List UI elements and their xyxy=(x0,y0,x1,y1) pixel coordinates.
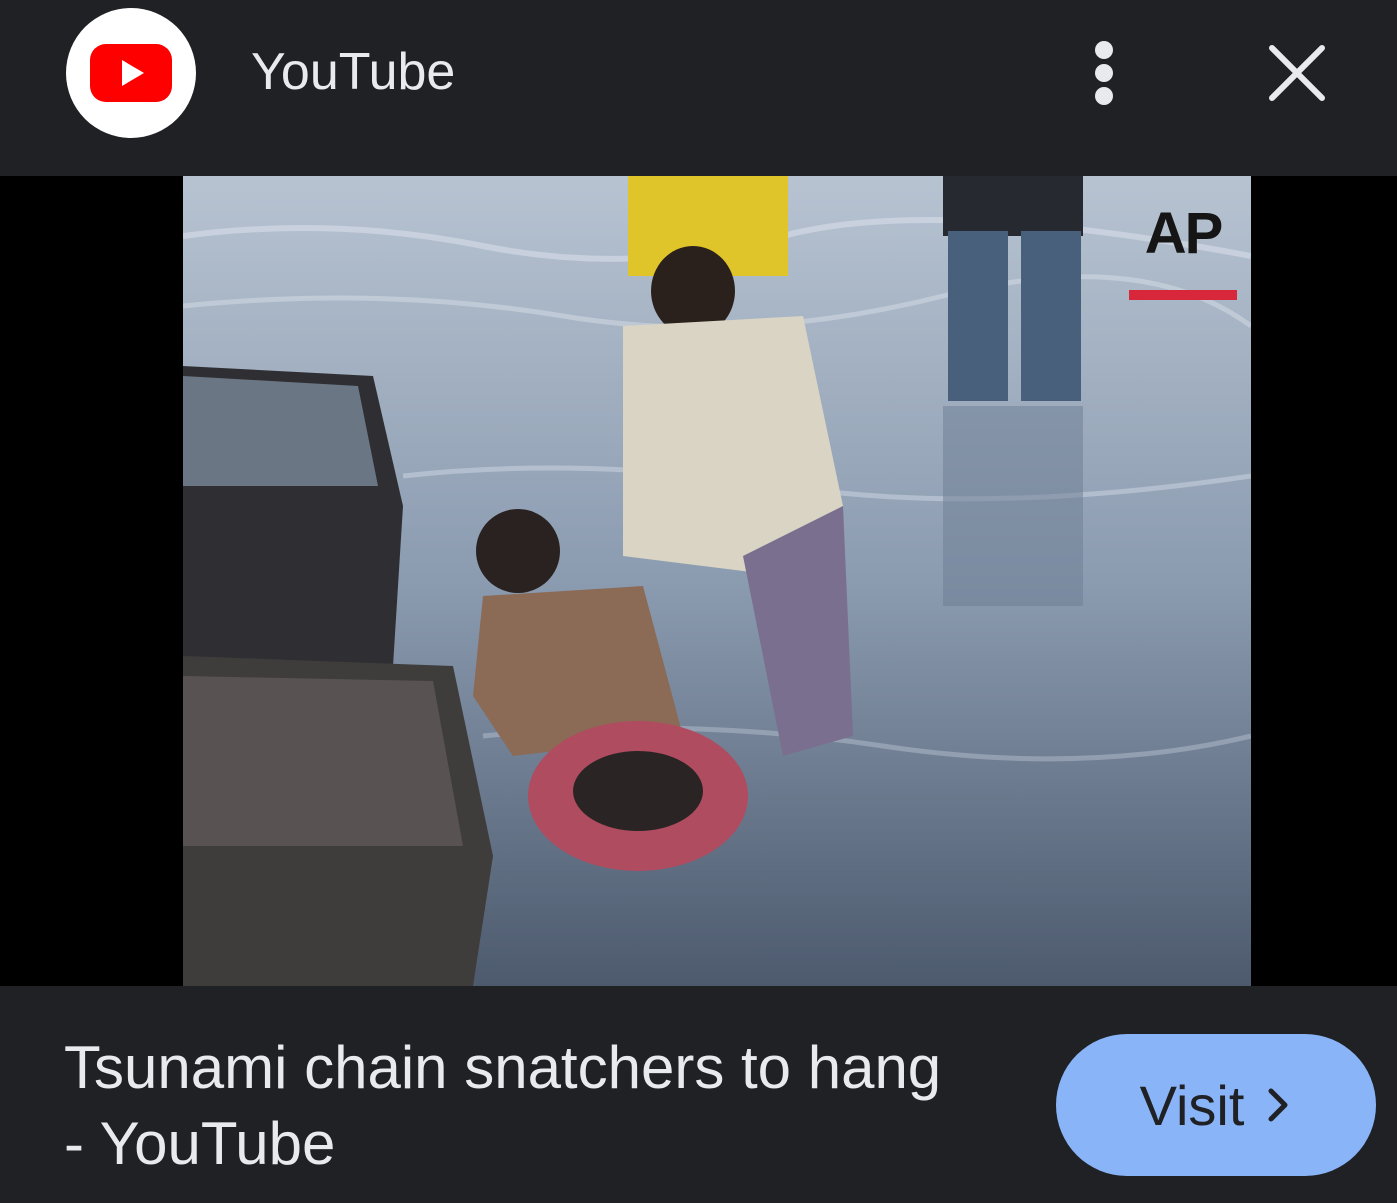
page-title[interactable]: Tsunami chain snatchers to hang - YouTub… xyxy=(64,1030,964,1182)
ap-watermark-logo: AP xyxy=(1129,202,1237,302)
site-name: YouTube xyxy=(251,43,456,101)
ap-watermark-bar xyxy=(1129,290,1237,300)
footer: Tsunami chain snatchers to hang - YouTub… xyxy=(0,986,1397,1203)
thumbnail-scene xyxy=(183,176,1251,986)
close-icon xyxy=(1269,45,1325,101)
close-button[interactable] xyxy=(1255,31,1339,115)
video-thumbnail[interactable]: AP xyxy=(183,176,1251,986)
more-options-button[interactable] xyxy=(1074,30,1134,116)
header: YouTube xyxy=(0,0,1397,176)
media-preview[interactable]: AP xyxy=(0,176,1397,986)
more-vert-icon xyxy=(1095,41,1113,105)
ap-watermark-text: AP xyxy=(1144,201,1224,266)
chevron-right-icon xyxy=(1268,1088,1288,1122)
youtube-logo-icon xyxy=(66,8,196,138)
visit-button-label: Visit xyxy=(1139,1073,1245,1137)
visit-button[interactable]: Visit xyxy=(1056,1034,1376,1176)
